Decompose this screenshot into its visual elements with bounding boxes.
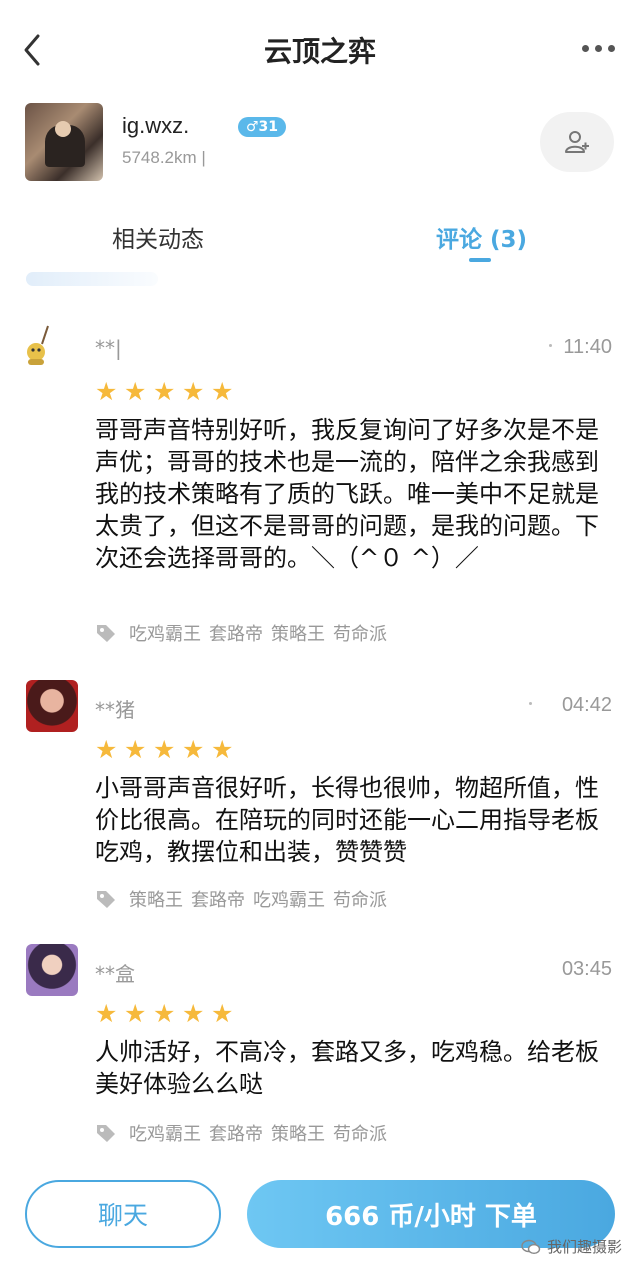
star-icon: ★ [182,735,205,764]
wechat-icon [521,1239,541,1254]
divider-dot [549,344,552,347]
star-icon: ★ [211,377,234,406]
gender-age-badge: ♂31 [238,117,287,137]
chat-button[interactable]: 聊天 [25,1180,221,1248]
navigation-bar: 云顶之弈 [0,0,640,100]
star-icon: ★ [153,377,176,406]
reviewer-avatar[interactable] [26,322,78,374]
star-icon: ★ [95,999,118,1028]
tag-label: 苟命派 [333,890,387,911]
tag-label: 苟命派 [333,1124,387,1145]
tag-label: 策略王 [129,890,183,911]
star-icon: ★ [124,377,147,406]
tag-label: 套路帝 [191,890,245,911]
rating-stars: ★ ★ ★ ★ ★ [95,735,236,764]
tag-icon [97,891,115,908]
tag-label: 策略王 [271,1124,325,1145]
review-time: 03:45 [561,958,612,980]
reviewer-avatar[interactable] [26,680,78,732]
review-tags: 吃鸡霸王 套路帝 策略王 苟命派 [95,1120,387,1146]
review-time: 11:40 [563,336,612,358]
rating-stars: ★ ★ ★ ★ ★ [95,377,236,406]
watermark-text: 我们趣摄影 [546,1238,622,1256]
tab-comments[interactable]: 评论 (3) [436,220,527,254]
reviewer-avatar[interactable] [26,944,78,996]
star-icon: ★ [182,377,205,406]
star-icon: ★ [211,999,234,1028]
profile-name: ig.wxz. [122,113,190,138]
star-icon: ★ [182,999,205,1028]
tab-related-posts[interactable]: 相关动态 [112,220,204,254]
reviewer-name: **| [95,336,122,360]
user-follow-icon [565,131,589,153]
divider-dot [529,702,532,705]
tag-icon [97,625,115,642]
star-icon: ★ [211,735,234,764]
tag-label: 套路帝 [209,624,263,645]
tag-label: 吃鸡霸王 [129,624,201,645]
tag-label: 吃鸡霸王 [129,1124,201,1145]
star-icon: ★ [95,735,118,764]
review-tags: 吃鸡霸王 套路帝 策略王 苟命派 [95,620,387,646]
review-text: 人帅活好，不高冷，套路又多，吃鸡稳。给老板美好体验么么哒 [95,1038,599,1098]
reviewer-name: **盒 [95,962,135,986]
profile-header: ig.wxz. ♂31 5748.2km | [0,100,640,195]
profile-distance: 5748.2km | [122,148,206,167]
reviewer-name: **猪 [95,698,135,722]
page-title: 云顶之弈 [263,35,376,68]
star-icon: ★ [124,735,147,764]
tag-label: 策略王 [271,624,325,645]
tag-label: 吃鸡霸王 [253,890,325,911]
star-icon: ★ [124,999,147,1028]
star-icon: ★ [153,999,176,1028]
faded-banner [26,272,158,286]
active-tab-indicator [469,258,491,262]
tag-label: 苟命派 [333,624,387,645]
review-text: 小哥哥声音很好听，长得也很帅，物超所值，性价比很高。在陪玩的同时还能一心二用指导… [95,774,599,866]
rating-stars: ★ ★ ★ ★ ★ [95,999,236,1028]
tag-icon [97,1125,115,1142]
review-time: 04:42 [561,694,612,716]
tag-label: 套路帝 [209,1124,263,1145]
follow-button[interactable] [540,112,614,172]
review-tags: 策略王 套路帝 吃鸡霸王 苟命派 [95,886,387,912]
star-icon: ★ [153,735,176,764]
more-options-icon[interactable] [578,36,618,60]
profile-photo[interactable] [25,103,103,181]
watermark: 我们趣摄影 [521,1236,622,1257]
review-text: 哥哥声音特别好听，我反复询问了好多次是不是声优；哥哥的技术也是一流的，陪伴之余我… [95,416,599,572]
tab-bar: 相关动态 评论 (3) [0,210,640,270]
action-footer: 聊天 666 币/小时 下单 我们趣摄影 [0,1170,640,1277]
star-icon: ★ [95,377,118,406]
